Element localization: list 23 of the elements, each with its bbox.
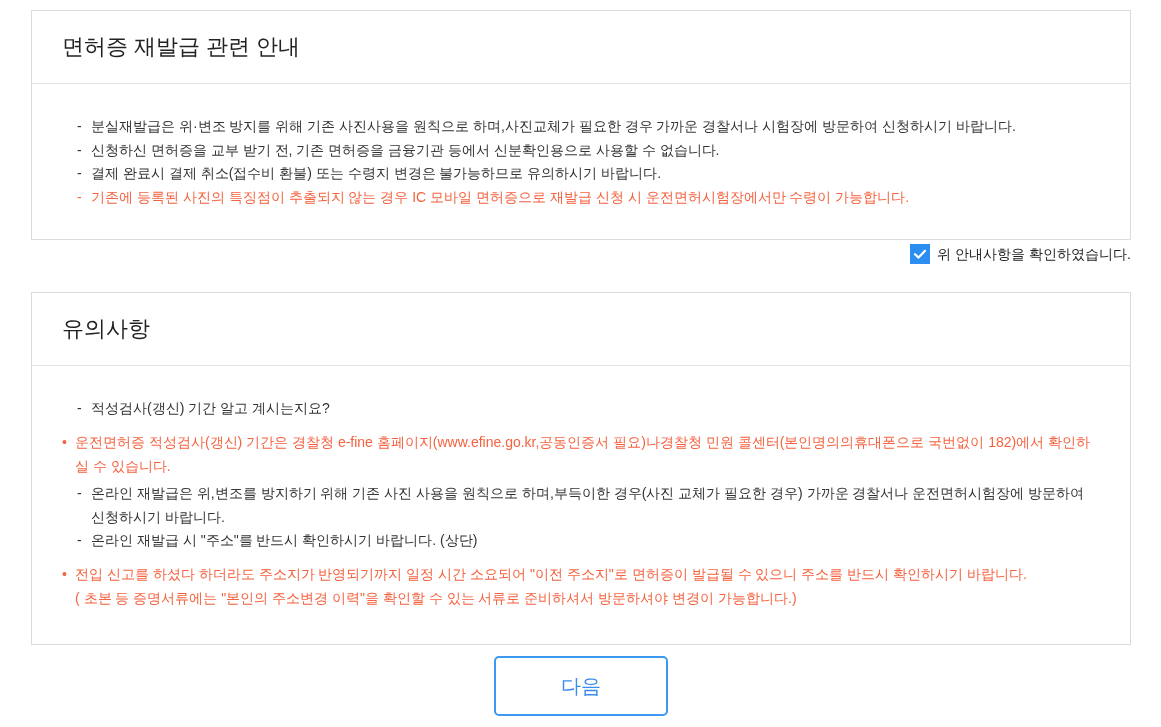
notice-text: 결제 완료시 결제 취소(접수비 환불) 또는 수령지 변경은 불가능하므로 유의하시기 바랍니다. xyxy=(91,164,662,184)
confirm-checkbox[interactable] xyxy=(910,244,931,265)
caution-text: 운전면허증 적성검사(갱신) 기간은 경찰청 e-fine 홈페이지(www.efine.go.kr,공동인증서 필요)나경찰청 민원 콜센터(본인명의의휴대폰으로 국번없이 182)에서 확인하실 수 있습니다. xyxy=(75,432,1092,476)
caution-text: 온라인 재발급 시 "주소"를 반드시 확인하시기 바랍니다. (상단) xyxy=(91,531,478,551)
caution-text: 적성검사(갱신) 기간 알고 계시는지요? xyxy=(91,399,330,419)
list-marker: - xyxy=(77,117,83,136)
list-marker: - xyxy=(77,484,83,504)
notice-text: 분실재발급은 위·변조 방지를 위해 기존 사진사용을 원칙으로 하며,사진교체가 필요한 경우 가까운 경찰서나 시험장에 방문하여 신청하시기 바랍니다. xyxy=(91,117,1016,136)
panel-title: 유의사항 xyxy=(62,315,150,344)
checkbox-label[interactable]: 위 안내사항을 확인하였습니다. xyxy=(937,244,1131,265)
caution-text: 온라인 재발급은 위,변조를 방지하기 위해 기존 사진 사용을 원칙으로 하며,부득이한 경우(사진 교체가 필요한 경우) 가까운 경찰서나 운전면허시험장에 방문하여 신청하시기 바랍니다. xyxy=(91,484,1086,527)
panel-title: 면허증 재발급 관련 안내 xyxy=(62,32,301,61)
list-marker: - xyxy=(77,187,83,207)
list-marker: • xyxy=(62,564,68,584)
notice-text: 기존에 등록된 사진의 특징점이 추출되지 않는 경우 IC 모바일 면허증으로 재발급 신청 시 운전면허시험장에서만 수령이 가능합니다. xyxy=(91,187,910,207)
list-marker: - xyxy=(77,531,83,551)
caution-text: 전입 신고를 하셨다 하더라도 주소지가 반영되기까지 일정 시간 소요되어 "이전 주소지"로 면허증이 발급될 수 있으니 주소를 반드시 확인하시기 바랍니다. xyxy=(75,564,1027,584)
list-marker: - xyxy=(77,399,83,419)
list-marker: - xyxy=(77,140,83,160)
caution-note: ( 초본 등 증명서류에는 "본인의 주소변경 이력"을 확인할 수 있는 서류로 준비하셔서 방문하셔야 변경이 가능합니다.) xyxy=(75,588,797,608)
list-marker: • xyxy=(62,432,68,452)
list-marker: - xyxy=(77,164,83,184)
notice-text: 신청하신 면허증을 교부 받기 전, 기존 면허증을 금융기관 등에서 신분확인용으로 사용할 수 없습니다. xyxy=(91,140,720,160)
